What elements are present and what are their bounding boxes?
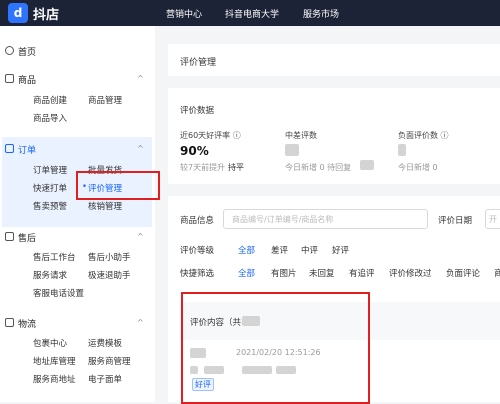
topnav-service-market[interactable]: 服务市场 xyxy=(303,7,339,20)
good-rate-value: 90% xyxy=(180,144,209,158)
sidebar: 首页 商品 ^ 商品创建 商品管理 商品导入 订单 ^ 订单管理 批量发货 快速… xyxy=(0,26,160,402)
quick-option-has-image[interactable]: 有图片 xyxy=(271,267,297,279)
negative-count-label: 负面评价数 ⓘ xyxy=(398,131,449,140)
app-name[interactable]: 抖店 xyxy=(33,4,59,23)
sidebar-section-logistics[interactable]: 物流 xyxy=(18,317,36,330)
blurred-value xyxy=(285,144,299,156)
sidebar-item-sale-warning[interactable]: 售卖预警 xyxy=(33,200,67,212)
review-date-picker[interactable]: 开 xyxy=(485,209,500,229)
sidebar-section-goods[interactable]: 商品 xyxy=(18,73,36,86)
sidebar-item-order-manage[interactable]: 订单管理 xyxy=(33,164,67,176)
stats-card: 评价数据 近60天好评率 ⓘ 90% 较7天前提升 持平 中差评数 今日新增 0… xyxy=(168,88,500,184)
quick-option-unreplied[interactable]: 未回复 xyxy=(309,267,335,279)
goods-info-input[interactable]: 商品编号/订单编号/商品名称 xyxy=(223,209,428,229)
blurred-value xyxy=(360,160,374,170)
sidebar-item-quick-print[interactable]: 快速打单 xyxy=(33,182,67,194)
sidebar-item-goods-create[interactable]: 商品创建 xyxy=(33,94,67,106)
quick-option-negative[interactable]: 负面评论 xyxy=(446,267,480,279)
topnav-marketing[interactable]: 营销中心 xyxy=(166,7,202,20)
mid-negative-count-label: 中差评数 xyxy=(285,131,317,140)
sidebar-item-verify-manage[interactable]: 核销管理 xyxy=(88,200,122,212)
level-option-all[interactable]: 全部 xyxy=(238,244,255,256)
blurred-value xyxy=(398,144,406,156)
negative-count-sub: 今日新增 0 xyxy=(398,163,438,172)
good-rate-label: 近60天好评率 ⓘ xyxy=(180,131,241,140)
sidebar-item-aftersale-assistant[interactable]: 售后小助手 xyxy=(88,251,131,263)
good-rate-compare-prefix: 较7天前提升 xyxy=(180,163,226,172)
mid-negative-sub: 今日新增 0 待回复 xyxy=(285,163,352,172)
chevron-up-icon[interactable]: ^ xyxy=(137,318,144,327)
level-option-good[interactable]: 好评 xyxy=(332,244,349,256)
doudian-logo-icon[interactable]: d xyxy=(8,3,28,23)
sidebar-item-service-phone[interactable]: 客服电话设置 xyxy=(33,287,84,299)
quick-option-followup[interactable]: 有追评 xyxy=(349,267,375,279)
goods-info-label: 商品信息 xyxy=(180,216,215,226)
page-header: 评价管理 xyxy=(168,44,500,76)
logistics-icon xyxy=(5,318,14,327)
sidebar-section-aftersale[interactable]: 售后 xyxy=(18,231,36,244)
aftersale-icon xyxy=(5,232,14,241)
review-level-label: 评价等级 xyxy=(180,246,215,256)
quick-filter-label: 快捷筛选 xyxy=(180,269,215,279)
level-option-mid[interactable]: 中评 xyxy=(301,244,318,256)
sidebar-item-goods-manage[interactable]: 商品管理 xyxy=(88,94,122,106)
sidebar-item-e-waybill[interactable]: 电子面单 xyxy=(88,373,122,385)
stats-section-title: 评价数据 xyxy=(180,106,215,116)
chevron-up-icon[interactable]: ^ xyxy=(137,144,144,153)
level-option-bad[interactable]: 差评 xyxy=(271,244,288,256)
sidebar-item-freight-template[interactable]: 运费模板 xyxy=(88,337,122,349)
good-rate-compare-value: 持平 xyxy=(228,163,244,172)
sidebar-item-service-request[interactable]: 服务请求 xyxy=(33,269,67,281)
review-date-label: 评价日期 xyxy=(438,216,473,226)
topnav-university[interactable]: 抖音电商大学 xyxy=(225,7,279,20)
highlight-box-review-menu xyxy=(76,171,160,200)
page-title: 评价管理 xyxy=(180,58,217,68)
sidebar-item-provider-address[interactable]: 服务商地址 xyxy=(33,373,76,385)
sidebar-item-package-center[interactable]: 包裹中心 xyxy=(33,337,67,349)
sidebar-item-goods-import[interactable]: 商品导入 xyxy=(33,112,67,124)
sidebar-item-fast-refund[interactable]: 极速退助手 xyxy=(88,269,131,281)
goods-info-placeholder: 商品编号/订单编号/商品名称 xyxy=(232,215,334,224)
quick-option-modified[interactable]: 评价修改过 xyxy=(389,267,432,279)
quick-option-all[interactable]: 全部 xyxy=(238,267,255,279)
sidebar-item-home[interactable]: 首页 xyxy=(18,45,36,58)
sidebar-item-provider-manage[interactable]: 服务商管理 xyxy=(88,355,131,367)
sidebar-item-aftersale-workbench[interactable]: 售后工作台 xyxy=(33,251,76,263)
quick-option-more[interactable]: 商 xyxy=(494,267,500,279)
goods-lock-icon xyxy=(5,74,14,83)
order-document-icon xyxy=(5,144,14,153)
chevron-up-icon[interactable]: ^ xyxy=(137,74,144,83)
review-date-value: 开 xyxy=(489,215,497,224)
sidebar-item-address-library[interactable]: 地址库管理 xyxy=(33,355,76,367)
sidebar-section-order[interactable]: 订单 xyxy=(18,143,36,156)
highlight-box-review-item xyxy=(181,292,370,404)
chevron-up-icon[interactable]: ^ xyxy=(137,232,144,241)
top-navigation-bar: d 抖店 营销中心 抖音电商大学 服务市场 xyxy=(0,0,500,26)
home-icon xyxy=(5,46,14,55)
